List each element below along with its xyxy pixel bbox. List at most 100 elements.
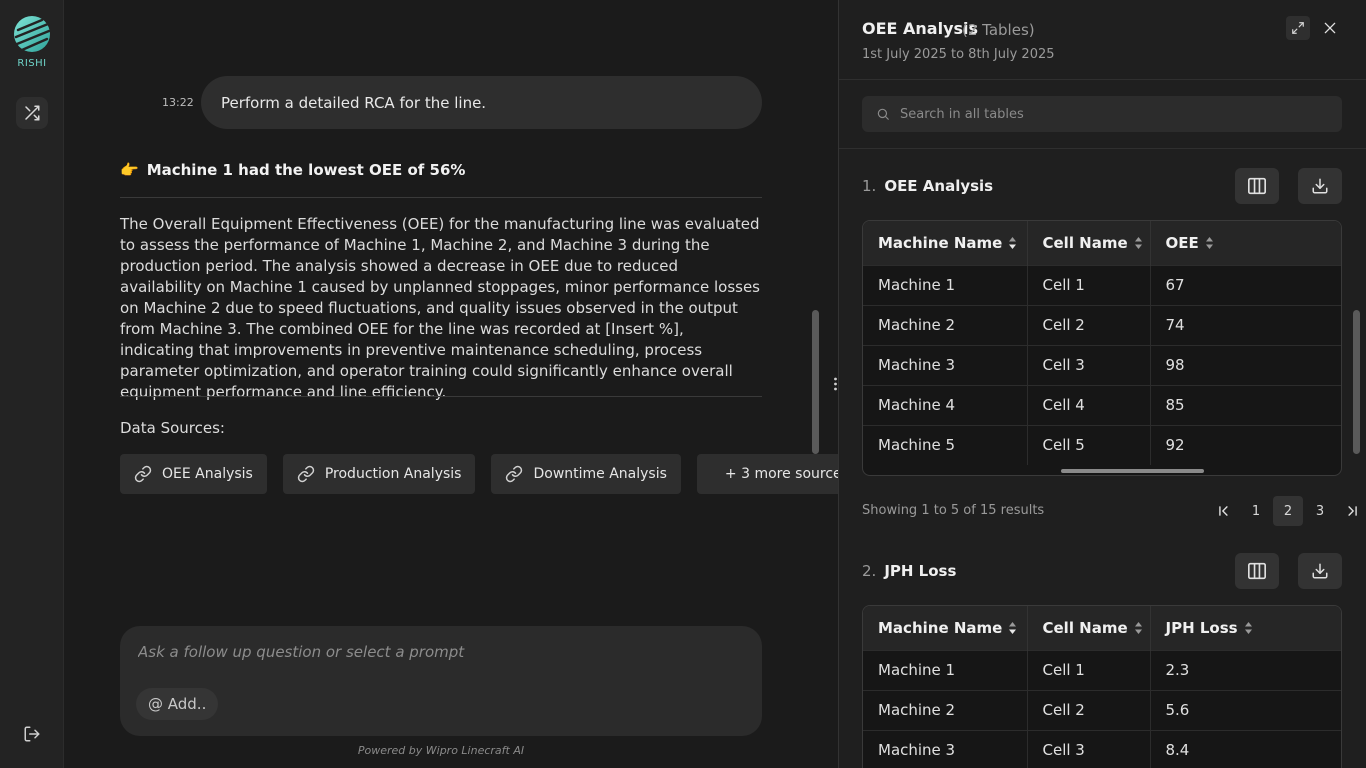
table-row: Machine 3 Cell 3 8.4 bbox=[863, 729, 1341, 768]
column-header[interactable]: Machine Name bbox=[863, 221, 1028, 265]
pagination: 1 2 3 bbox=[1209, 496, 1366, 526]
columns-button[interactable] bbox=[1235, 553, 1279, 589]
columns-icon bbox=[1248, 562, 1266, 580]
table-cell: 74 bbox=[1150, 304, 1341, 345]
close-button[interactable] bbox=[1318, 16, 1342, 40]
sort-icon bbox=[1134, 622, 1142, 635]
shuffle-button[interactable] bbox=[16, 97, 48, 129]
last-page-icon bbox=[1348, 506, 1357, 516]
table-cell: 92 bbox=[1150, 424, 1341, 465]
column-header-label: Machine Name bbox=[878, 233, 1003, 252]
column-header[interactable]: Cell Name bbox=[1027, 606, 1151, 650]
app-logo[interactable]: RISHI bbox=[12, 14, 52, 72]
source-chip[interactable]: OEE Analysis bbox=[120, 454, 267, 494]
column-header-label: Cell Name bbox=[1042, 618, 1128, 637]
table-name: JPH Loss bbox=[884, 562, 957, 580]
column-header[interactable]: JPH Loss bbox=[1150, 606, 1341, 650]
table-2-title: 2. JPH Loss bbox=[862, 562, 956, 580]
table-search[interactable] bbox=[862, 96, 1342, 132]
user-message: Perform a detailed RCA for the line. bbox=[201, 76, 762, 129]
table-cell: Machine 2 bbox=[863, 689, 1028, 730]
divider bbox=[120, 197, 762, 198]
close-icon bbox=[1324, 22, 1336, 34]
chat-area: 13:22 Perform a detailed RCA for the lin… bbox=[64, 0, 877, 768]
column-header[interactable]: Cell Name bbox=[1027, 221, 1151, 265]
columns-icon bbox=[1248, 177, 1266, 195]
page-button[interactable]: 1 bbox=[1241, 496, 1271, 526]
panel-title: OEE Analysis bbox=[862, 19, 979, 38]
table-cell: Machine 4 bbox=[863, 384, 1028, 425]
table-cell: Cell 1 bbox=[1027, 649, 1151, 690]
columns-button[interactable] bbox=[1235, 168, 1279, 204]
sort-icon bbox=[1009, 237, 1017, 250]
logo-text: RISHI bbox=[17, 58, 47, 69]
table-cell: 8.4 bbox=[1150, 729, 1341, 768]
link-icon bbox=[297, 465, 315, 483]
table-row: Machine 5 Cell 5 92 bbox=[863, 424, 1341, 465]
panel-table-count: (2 Tables) bbox=[962, 21, 1035, 39]
sort-icon bbox=[1009, 622, 1017, 635]
page-button[interactable]: 3 bbox=[1305, 496, 1335, 526]
download-icon bbox=[1312, 563, 1328, 579]
download-icon bbox=[1312, 178, 1328, 194]
page-button-active[interactable]: 2 bbox=[1273, 496, 1303, 526]
last-page-button[interactable] bbox=[1337, 496, 1366, 526]
table-index: 2. bbox=[862, 562, 877, 580]
add-context-button[interactable]: @ Add.. bbox=[136, 688, 219, 720]
table-row: Machine 2 Cell 2 5.6 bbox=[863, 689, 1341, 730]
table-cell: Cell 2 bbox=[1027, 304, 1151, 345]
table-cell: Cell 1 bbox=[1027, 264, 1151, 305]
expand-icon bbox=[1292, 22, 1304, 34]
table-1-title: 1. OEE Analysis bbox=[862, 177, 993, 195]
divider bbox=[839, 148, 1366, 149]
table-row: Machine 3 Cell 3 98 bbox=[863, 344, 1341, 385]
table-cell: Machine 5 bbox=[863, 424, 1028, 465]
panel-scrollbar[interactable] bbox=[1353, 310, 1360, 454]
panel-header: OEE Analysis (2 Tables) 1st July 2025 to… bbox=[839, 0, 1366, 80]
user-message-text: Perform a detailed RCA for the line. bbox=[221, 93, 487, 112]
column-header-label: OEE bbox=[1165, 233, 1199, 252]
download-button[interactable] bbox=[1298, 168, 1342, 204]
table-cell: Machine 3 bbox=[863, 729, 1028, 768]
table-row: Machine 4 Cell 4 85 bbox=[863, 384, 1341, 425]
column-header[interactable]: OEE bbox=[1150, 221, 1341, 265]
table-cell: Machine 3 bbox=[863, 344, 1028, 385]
table-hscrollbar[interactable] bbox=[1061, 469, 1204, 473]
table-search-input[interactable] bbox=[900, 106, 1320, 122]
table-cell: Cell 5 bbox=[1027, 424, 1151, 465]
source-chip-label: Production Analysis bbox=[324, 466, 462, 482]
logo-mark-icon bbox=[12, 14, 52, 54]
table-cell: Cell 3 bbox=[1027, 344, 1151, 385]
source-chip[interactable]: Production Analysis bbox=[282, 454, 476, 494]
chat-scrollbar[interactable] bbox=[812, 310, 819, 454]
first-page-button[interactable] bbox=[1209, 496, 1239, 526]
sources-list: OEE Analysis Production Analysis Downtim… bbox=[120, 454, 877, 494]
chat-input-box: @ Add.. bbox=[120, 626, 762, 736]
table-cell: 2.3 bbox=[1150, 649, 1341, 690]
message-time: 13:22 bbox=[162, 96, 194, 109]
table-cell: Cell 2 bbox=[1027, 689, 1151, 730]
column-header-label: Machine Name bbox=[878, 618, 1003, 637]
logout-button[interactable] bbox=[16, 718, 48, 750]
table-cell: Cell 4 bbox=[1027, 384, 1151, 425]
download-button[interactable] bbox=[1298, 553, 1342, 589]
table-row: Machine 2 Cell 2 74 bbox=[863, 304, 1341, 345]
sort-icon bbox=[1244, 622, 1252, 635]
oee-table: Machine Name Cell Name OEE Machine 1 Cell… bbox=[862, 220, 1342, 476]
shuffle-icon bbox=[25, 105, 40, 121]
chat-input[interactable] bbox=[138, 640, 738, 664]
expand-button[interactable] bbox=[1286, 16, 1310, 40]
source-chip[interactable]: Downtime Analysis bbox=[491, 454, 681, 494]
table-row: Machine 1 Cell 1 2.3 bbox=[863, 649, 1341, 690]
column-header[interactable]: Machine Name bbox=[863, 606, 1028, 650]
sort-icon bbox=[1205, 237, 1213, 250]
answer-headline-text: Machine 1 had the lowest OEE of 56% bbox=[146, 161, 466, 179]
table-cell: 5.6 bbox=[1150, 689, 1341, 730]
jph-loss-table: Machine Name Cell Name JPH Loss Machine … bbox=[862, 605, 1342, 768]
table-index: 1. bbox=[862, 177, 877, 195]
answer-body: The Overall Equipment Effectiveness (OEE… bbox=[120, 215, 760, 401]
column-header-label: Cell Name bbox=[1042, 233, 1128, 252]
logout-icon bbox=[24, 726, 40, 742]
table-cell: Machine 1 bbox=[863, 649, 1028, 690]
table-cell: 98 bbox=[1150, 344, 1341, 385]
